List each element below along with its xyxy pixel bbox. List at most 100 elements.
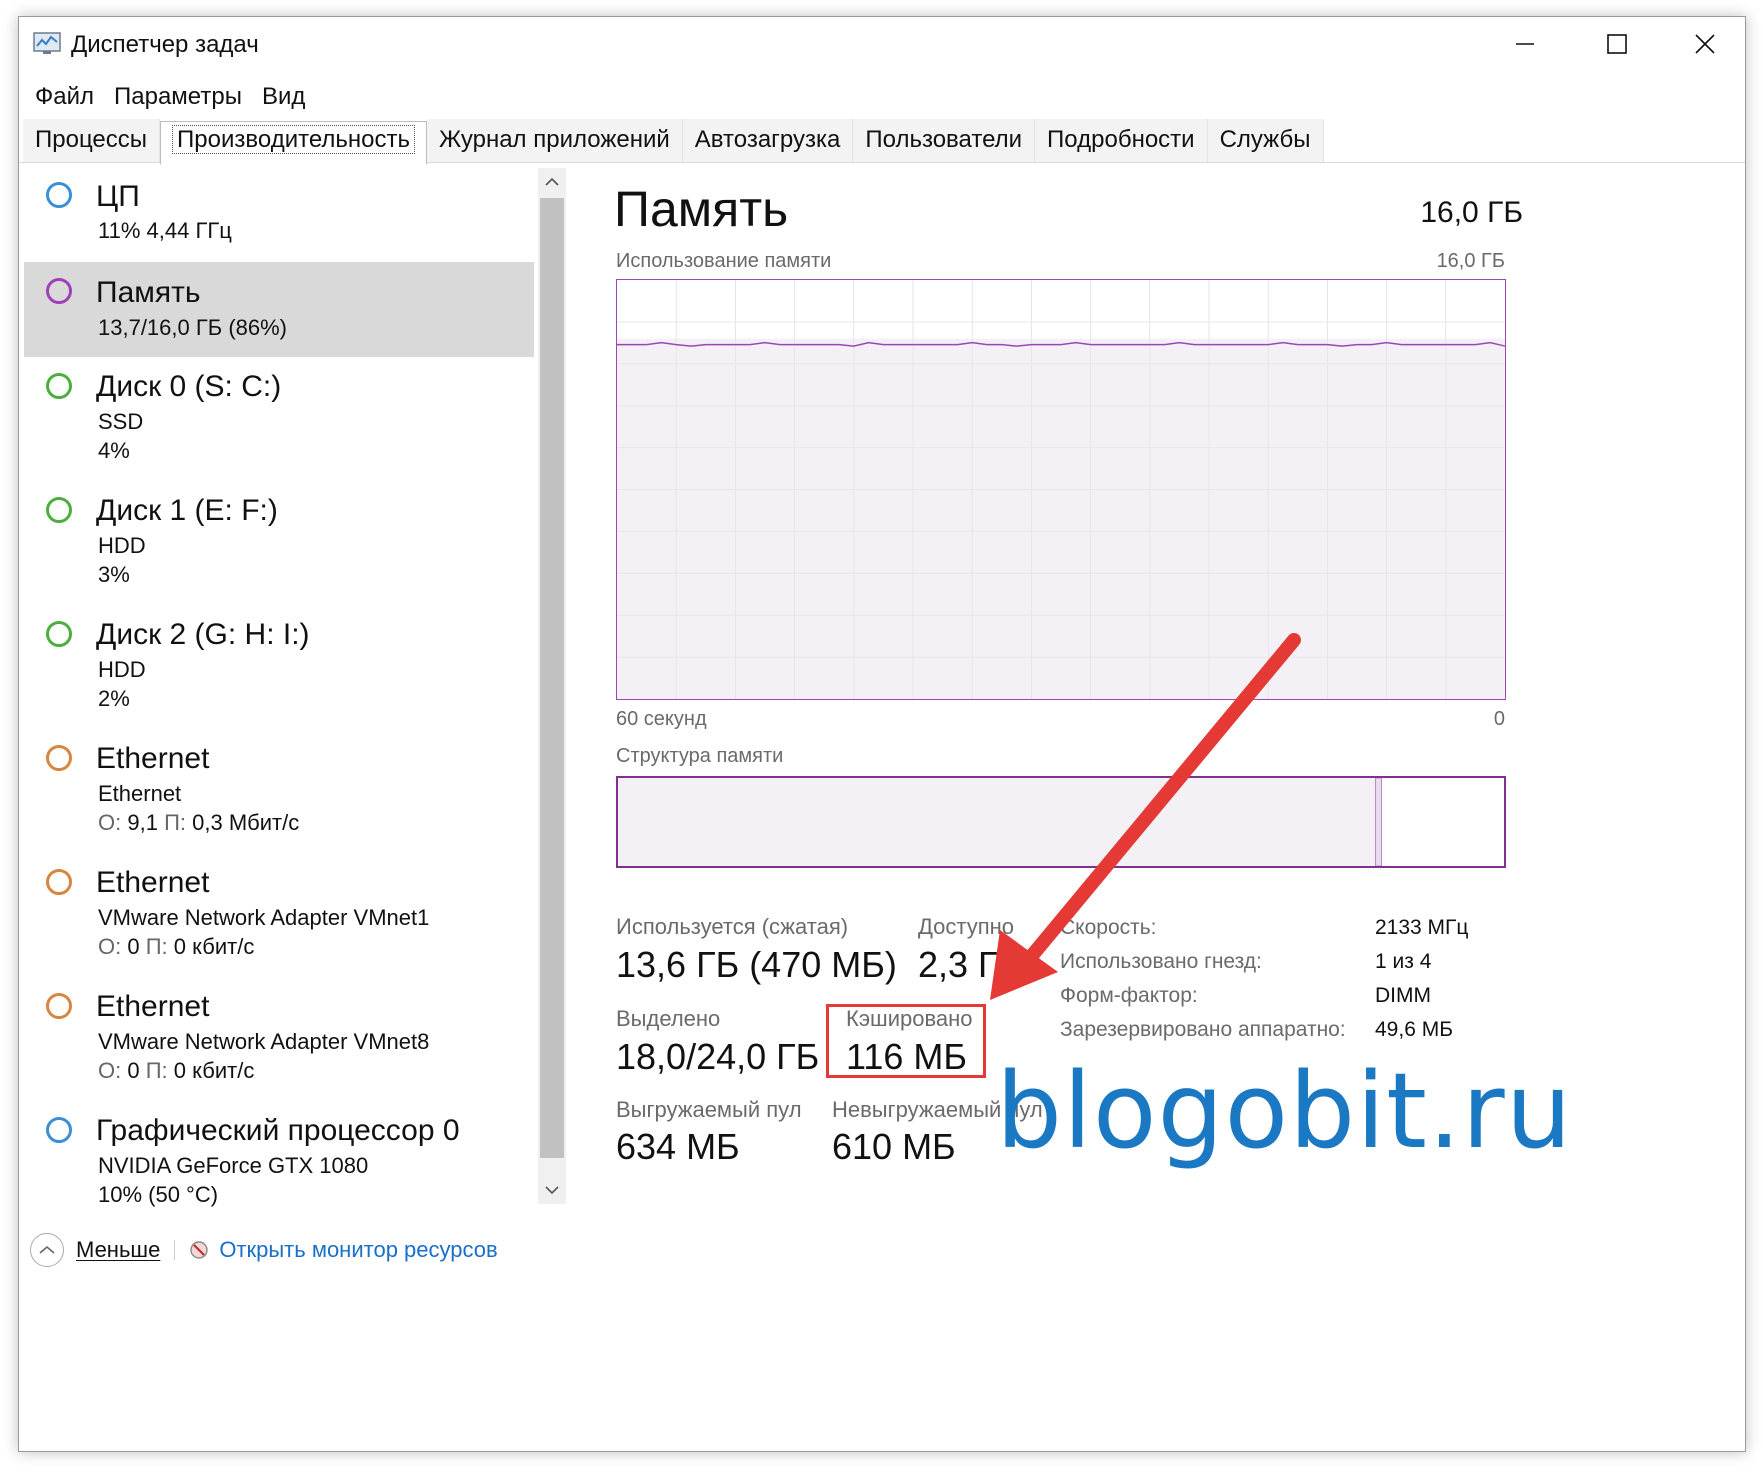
resource-item-memory[interactable]: Память 13,7/16,0 ГБ (86%) xyxy=(24,262,534,357)
footer-bar: Меньше Открыть монитор ресурсов xyxy=(30,1230,498,1270)
tab-users[interactable]: Пользователи xyxy=(853,119,1036,162)
cpu-graph-icon xyxy=(46,182,72,208)
spec-slots-value: 1 из 4 xyxy=(1375,950,1432,973)
tab-details[interactable]: Подробности xyxy=(1035,119,1208,162)
resource-detail: 11% 4,44 ГГц xyxy=(98,218,232,243)
disk-graph-icon xyxy=(46,497,72,523)
send-value: 0 xyxy=(127,934,140,959)
resource-item-ethernet-vmnet1[interactable]: Ethernet VMware Network Adapter VMnet1 О… xyxy=(24,861,534,971)
usage-graph-label: Использование памяти xyxy=(616,250,832,272)
resource-detail: 4% xyxy=(98,438,130,463)
resource-title: Диск 1 (E: F:) xyxy=(96,494,278,527)
receive-value: 0 кбит/с xyxy=(173,1058,255,1083)
resource-detail: Ethernet xyxy=(98,781,182,806)
menu-file[interactable]: Файл xyxy=(25,79,104,115)
structure-in-use-segment xyxy=(618,778,1376,866)
committed-label: Выделено xyxy=(616,1006,721,1031)
receive-label: П: xyxy=(145,934,168,959)
resource-title: ЦП xyxy=(96,180,140,213)
title-bar[interactable]: Диспетчер задач xyxy=(19,17,1745,71)
resource-title: Графический процессор 0 xyxy=(96,1114,460,1147)
resource-title: Память xyxy=(96,276,201,309)
ethernet-graph-icon xyxy=(46,869,72,895)
spec-slots-key: Использовано гнезд: xyxy=(1060,950,1262,973)
resource-title: Ethernet xyxy=(96,990,210,1023)
minimize-icon xyxy=(1516,43,1534,45)
resource-list: ЦП 11% 4,44 ГГц Память 13,7/16,0 ГБ (86%… xyxy=(24,160,544,1207)
receive-label: П: xyxy=(164,810,187,835)
committed-value: 18,0/24,0 ГБ xyxy=(616,1036,820,1077)
send-value: 9,1 xyxy=(127,810,158,835)
tab-strip: Процессы Производительность Журнал прило… xyxy=(19,119,1745,165)
tab-services[interactable]: Службы xyxy=(1207,119,1324,162)
resource-item-disk2[interactable]: Диск 2 (G: H: I:) HDD 2% xyxy=(24,613,534,723)
maximize-button[interactable] xyxy=(1571,17,1663,71)
graph-time-left: 60 секунд xyxy=(616,708,707,730)
window-title: Диспетчер задач xyxy=(71,31,259,58)
resource-item-ethernet-vmnet8[interactable]: Ethernet VMware Network Adapter VMnet8 О… xyxy=(24,985,534,1095)
memory-usage-graph xyxy=(616,279,1506,700)
graph-time-right: 0 xyxy=(1493,708,1505,730)
tab-performance-label: Производительность xyxy=(172,125,415,154)
in-use-value: 13,6 ГБ (470 МБ) xyxy=(616,944,897,985)
panel-title: Память xyxy=(614,181,789,237)
resource-item-disk0[interactable]: Диск 0 (S: C:) SSD 4% xyxy=(24,365,534,475)
send-value: 0 xyxy=(127,1058,140,1083)
menu-options[interactable]: Параметры xyxy=(104,79,252,115)
resource-monitor-icon xyxy=(190,1241,209,1259)
chevron-up-icon xyxy=(545,177,559,186)
traffic-line: О: 0 П: 0 кбит/с xyxy=(98,934,254,960)
ethernet-graph-icon xyxy=(46,993,72,1019)
resource-item-ethernet[interactable]: Ethernet Ethernet О: 9,1 П: 0,3 Мбит/с xyxy=(24,737,534,847)
resource-list-scrollbar[interactable] xyxy=(538,168,566,1204)
resource-item-cpu[interactable]: ЦП 11% 4,44 ГГц xyxy=(24,160,534,255)
resource-detail: NVIDIA GeForce GTX 1080 xyxy=(98,1153,369,1178)
memory-graph-icon xyxy=(46,278,72,304)
scroll-up-button[interactable] xyxy=(538,168,566,196)
structure-label: Структура памяти xyxy=(616,745,784,767)
tab-processes[interactable]: Процессы xyxy=(23,119,161,162)
traffic-line: О: 0 П: 0 кбит/с xyxy=(98,1058,254,1084)
resource-item-disk1[interactable]: Диск 1 (E: F:) HDD 3% xyxy=(24,489,534,599)
resource-detail: 3% xyxy=(98,562,130,587)
chevron-down-icon xyxy=(545,1186,559,1195)
resource-title: Ethernet xyxy=(96,742,210,775)
watermark-text: blogobit.ru xyxy=(996,1050,1573,1172)
cached-highlight-box xyxy=(826,1004,986,1078)
spec-speed-key: Скорость: xyxy=(1060,916,1157,939)
send-label: О: xyxy=(98,810,122,835)
resource-detail: 2% xyxy=(98,686,130,711)
tab-startup[interactable]: Автозагрузка xyxy=(682,119,854,162)
usage-graph-max: 16,0 ГБ xyxy=(1436,250,1505,272)
fewer-details-button[interactable]: Меньше xyxy=(30,1233,160,1267)
spec-reserved-key: Зарезервировано аппаратно: xyxy=(1060,1018,1346,1041)
in-use-label: Используется (сжатая) xyxy=(616,914,849,939)
resource-detail: VMware Network Adapter VMnet1 xyxy=(98,905,430,930)
footer-divider xyxy=(174,1240,176,1260)
scroll-thumb[interactable] xyxy=(540,198,564,1158)
send-label: О: xyxy=(98,934,122,959)
minimize-button[interactable] xyxy=(1479,17,1571,71)
ethernet-graph-icon xyxy=(46,745,72,771)
traffic-line: О: 9,1 П: 0,3 Мбит/с xyxy=(98,810,299,836)
spec-reserved-value: 49,6 МБ xyxy=(1375,1018,1453,1041)
tab-app-history[interactable]: Журнал приложений xyxy=(426,119,683,162)
close-button[interactable] xyxy=(1659,17,1751,71)
resource-detail: 10% (50 °C) xyxy=(98,1182,219,1207)
menu-view[interactable]: Вид xyxy=(252,79,315,115)
paged-pool-value: 634 МБ xyxy=(616,1126,740,1167)
resource-item-gpu[interactable]: Графический процессор 0 NVIDIA GeForce G… xyxy=(24,1109,534,1219)
spec-speed-value: 2133 МГц xyxy=(1375,916,1469,939)
open-resource-monitor-link[interactable]: Открыть монитор ресурсов xyxy=(189,1237,498,1263)
resource-title: Диск 2 (G: H: I:) xyxy=(96,618,310,651)
resource-detail: HDD xyxy=(98,533,146,558)
tab-performance[interactable]: Производительность xyxy=(160,121,427,165)
scroll-down-button[interactable] xyxy=(538,1176,566,1204)
menu-bar: Файл Параметры Вид xyxy=(25,79,315,115)
receive-value: 0,3 Мбит/с xyxy=(192,810,300,835)
available-value: 2,3 ГБ xyxy=(918,944,1022,985)
task-manager-app-icon xyxy=(33,32,61,54)
resource-detail: HDD xyxy=(98,657,146,682)
resource-monitor-label: Открыть монитор ресурсов xyxy=(219,1237,498,1262)
close-icon xyxy=(1695,34,1715,54)
